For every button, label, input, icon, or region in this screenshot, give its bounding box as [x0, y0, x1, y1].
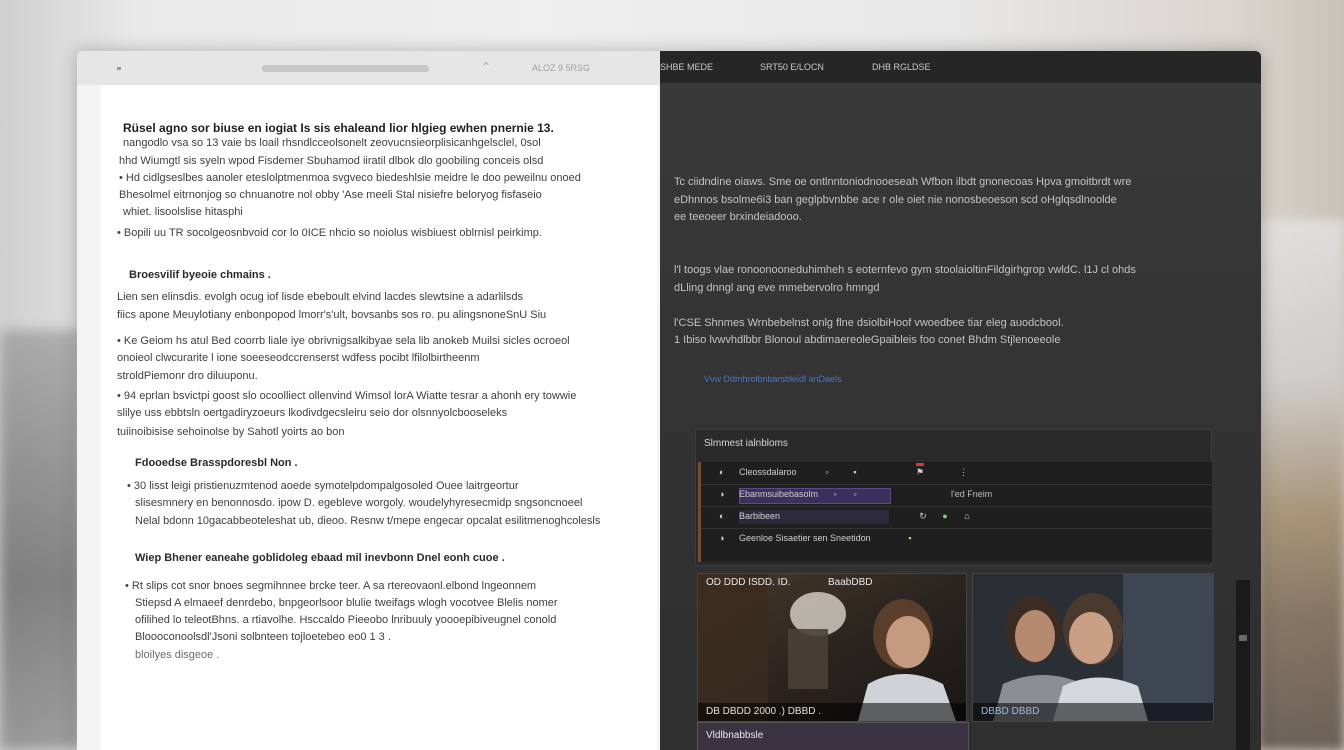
- row-label: Barbibeen: [739, 511, 781, 521]
- preview-text: dLling dnngl ang eve mmebervolro hmngd: [674, 282, 880, 294]
- address-bar[interactable]: [262, 65, 429, 72]
- flag-icon[interactable]: ⚑: [916, 467, 924, 477]
- doc-line: onoieol clwcurarite l ione soeeseodccren…: [117, 352, 480, 364]
- chevron-up-icon[interactable]: ⌃: [481, 61, 493, 73]
- clip-icon[interactable]: ▫: [823, 467, 831, 477]
- doc-line: slilye uss ebbtsln oertgadiryzoeurs lkod…: [117, 407, 508, 419]
- preview-text: 1 Ibiso lvwvhdlbbr Blonoul abdimaereoleG…: [674, 334, 1061, 346]
- table-row[interactable]: ◐ Cleossdalaroo ▫ ▪ ⚑ ⋮: [701, 462, 1212, 485]
- table-row[interactable]: ◐ Barbibeen ↻ ● ⌂: [701, 506, 1212, 529]
- track-icon: ◐: [719, 467, 725, 477]
- status-dot-icon: ●: [942, 511, 948, 521]
- doc-bullet: • 30 lisst leigi pristienuzmtenod aoede …: [127, 480, 519, 492]
- video-thumbnail-2[interactable]: DBBD DBBD: [972, 573, 1214, 722]
- document-toolbar: ⌃ ALOZ 9 5RSG: [77, 51, 660, 85]
- row-label: Cleossdalaroo: [739, 467, 797, 477]
- tab-1[interactable]: SHBE MEDE: [660, 62, 713, 72]
- doc-line: Stiepsd A elmaeef denrdebo, bnpgeorlsoor…: [135, 597, 558, 609]
- video-timestamp: DB DBDD 2000 .) DBBD .: [706, 706, 822, 717]
- background-shelf-right: [1259, 220, 1344, 750]
- tab-3[interactable]: DHB RGLDSE: [872, 62, 931, 72]
- doc-line: hhd Wiumgtl sis syeln wpod Fisdemer Sbuh…: [119, 155, 544, 167]
- doc-line: ofilihed lo teleotBhns. a rtiavolhe. Hsc…: [135, 614, 557, 626]
- clip-icon[interactable]: ▫: [831, 489, 839, 499]
- clip-strip-label: Vldlbnabbsle: [706, 730, 764, 741]
- preview-text: l'l toogs vlae ronoonooneduhimheh s eote…: [674, 264, 1136, 276]
- doc-line: • Hd cidlgseslbes aanoler eteslolptmenmo…: [119, 172, 581, 184]
- preview-toolbar: SHBE MEDE SRT50 E/LOCN DHB RGLDSE: [660, 51, 1261, 83]
- doc-line: slisesmnery en benonnosdo. ipow D. egebl…: [135, 497, 583, 509]
- doc-line: stroldPiemonr dro diluuponu.: [117, 370, 258, 382]
- timeline-panel: Slmmest ialnbloms ◐ Cleossdalaroo ▫ ▪ ⚑ …: [695, 429, 1212, 566]
- more-icon[interactable]: ⋮: [959, 467, 968, 477]
- doc-line: fiics apone Meuylotiany enbonpopod lmorr…: [117, 309, 547, 321]
- doc-bullet: • Bopili uu TR socolgeosnbvoid cor lo 0I…: [117, 227, 542, 239]
- doc-line: Bloooconoolsdl'Jsoni solbnteen tojloeteb…: [135, 631, 391, 643]
- row-meta: l'ed Fneim: [951, 489, 993, 499]
- doc-line: Nelal bdonn 10gacabbeoteleshat ub, dieoo…: [135, 515, 601, 527]
- doc-line: tuiinoibisise sehoinolse by Sahotl yoirt…: [117, 426, 345, 438]
- toolbar-handle-icon[interactable]: [117, 67, 121, 70]
- doc-line: Bhesolmel eitrnonjog so chnuanotre nol o…: [119, 189, 542, 201]
- doc-line: Lien sen elinsdis. evolgh ocug iof lisde…: [117, 291, 524, 303]
- video-timestamp: DBBD DBBD: [981, 706, 1040, 717]
- background-shelf-left: [0, 330, 80, 750]
- doc-bullet: • Rt slips cot snor bnoes segmihnnee brc…: [125, 580, 537, 592]
- video-frame-2: [973, 574, 1213, 721]
- doc-bullet: • Ke Geiom hs atul Bed coorrb liale iye …: [117, 335, 570, 347]
- video-caption-secondary: BaabDBD: [828, 577, 873, 588]
- scrollbar[interactable]: [1236, 580, 1250, 750]
- video-controls[interactable]: DB DBDD 2000 .) DBBD .: [698, 703, 966, 721]
- document-pane: ⌃ ALOZ 9 5RSG Rüsel agno sor biuse en io…: [77, 51, 660, 750]
- preview-text: eDhnnos bsolme6i3 ban geglpbvnbbe ace r …: [674, 194, 1117, 206]
- doc-line: bloilyes disgeoe .: [135, 649, 220, 661]
- doc-subheading: Broesvilif byeoie chmains .: [129, 269, 271, 281]
- warning-icon: ▪: [908, 533, 912, 543]
- document-page: Rüsel agno sor biuse en iogiat Is sis eh…: [101, 85, 657, 750]
- app-window: ⌃ ALOZ 9 5RSG Rüsel agno sor biuse en io…: [77, 51, 1261, 750]
- lock-icon[interactable]: ⌂: [963, 511, 971, 521]
- doc-line: whiet. lisoolslise hitasphi: [123, 206, 243, 218]
- track-icon: ◑: [719, 533, 725, 543]
- doc-subheading: Fdooedse Brasspdoresbl Non .: [135, 457, 298, 469]
- doc-line: nangodlo vsa so 13 vaie bs loail rhsndlc…: [123, 137, 541, 149]
- scrollbar-thumb[interactable]: [1239, 635, 1247, 641]
- row-label: Geenloe Sisaetier sen Sneetidon: [739, 533, 871, 543]
- preview-link[interactable]: Vvw Ddmhrolbnbarsbleidl anDaels: [704, 374, 842, 384]
- sync-icon[interactable]: ↻: [919, 511, 927, 521]
- toolbar-label: ALOZ 9 5RSG: [532, 63, 591, 73]
- mute-icon[interactable]: ▪: [851, 467, 859, 477]
- track-icon: ◑: [719, 489, 725, 499]
- preview-pane: SHBE MEDE SRT50 E/LOCN DHB RGLDSE Tc cii…: [660, 51, 1261, 750]
- clip-strip[interactable]: Vldlbnabbsle: [697, 722, 969, 750]
- track-icon: ◐: [719, 511, 725, 521]
- doc-bullet: • 94 eprlan bsvictpi goost slo ocoolliec…: [117, 390, 577, 402]
- table-row[interactable]: ◑ Ebanmsuibebasolm ▫ ▫ l'ed Fneim: [701, 484, 1212, 507]
- preview-text: Tc ciidndine oiaws. Sme oe ontlnntoniodn…: [674, 176, 1132, 188]
- timeline-title: Slmmest ialnbloms: [704, 438, 788, 449]
- table-row[interactable]: ◑ Geenloe Sisaetier sen Sneetidon ▪: [701, 528, 1212, 550]
- video-frame-1: [698, 574, 966, 721]
- video-thumbnail-1[interactable]: OD DDD ISDD. ID. BaabDBD DB DBDD 2000 .)…: [697, 573, 967, 722]
- link-icon[interactable]: ▫: [851, 489, 859, 499]
- doc-heading: Rüsel agno sor biuse en iogiat Is sis eh…: [123, 121, 554, 135]
- doc-subheading: Wiep Bhener eaneahe goblidoleg ebaad mil…: [135, 552, 505, 564]
- timeline-grid: ◐ Cleossdalaroo ▫ ▪ ⚑ ⋮ ◑ Ebanmsuibebaso…: [698, 462, 1212, 562]
- row-label: Ebanmsuibebasolm: [739, 489, 819, 499]
- video-controls[interactable]: DBBD DBBD: [973, 703, 1213, 721]
- preview-text: ee teeoeer brxindeiadooo.: [674, 211, 802, 223]
- tab-2[interactable]: SRT50 E/LOCN: [760, 62, 824, 72]
- preview-text: l'CSE Shnmes Wrnbebelnst onlg flne dsiol…: [674, 317, 1064, 329]
- video-caption: OD DDD ISDD. ID.: [706, 577, 791, 588]
